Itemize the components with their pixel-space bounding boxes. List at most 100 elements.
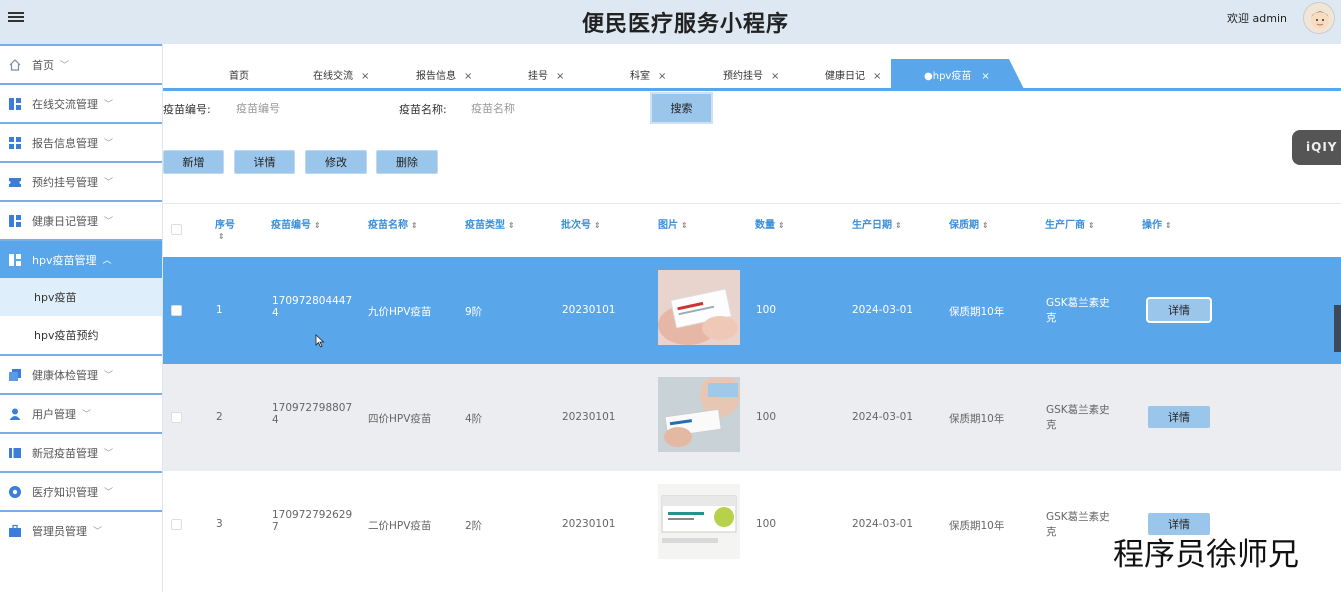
table-header: 序号 ⇕ 疫苗编号 ⇕ 疫苗名称 ⇕ 疫苗类型 ⇕ 批次号 ⇕ 图片 ⇕ 数量 ⇕ 生产日期 ⇕…: [163, 203, 1341, 257]
sort-icon: ⇕: [218, 232, 225, 241]
close-icon[interactable]: ×: [361, 71, 369, 82]
briefcase-icon: [9, 524, 21, 537]
app-title: 便民医疗服务小程序: [581, 12, 789, 37]
detail-button[interactable]: 详情: [234, 150, 295, 174]
welcome-text: 欢迎 admin: [1227, 12, 1287, 25]
column-header[interactable]: 疫苗名称 ⇕: [368, 216, 418, 231]
tab-reports[interactable]: 报告信息 ×: [416, 67, 472, 82]
production-date: 2024-03-01: [852, 304, 914, 316]
row-checkbox[interactable]: [171, 305, 182, 316]
batch-number: 20230101: [562, 518, 616, 530]
vaccine-name-input[interactable]: 疫苗名称: [471, 100, 515, 116]
shelf-life: 保质期10年: [949, 306, 1005, 318]
tab-label: 报告信息: [416, 71, 456, 82]
table-row[interactable]: 2 170972798807 4 四价HPV疫苗 4阶 20230101 100 …: [163, 364, 1341, 471]
columns-icon: [9, 447, 21, 458]
tab-appointment[interactable]: 预约挂号 ×: [723, 67, 779, 82]
sidebar-item-chat[interactable]: 在线交流管理 ﹀: [0, 83, 162, 122]
top-header: 便民医疗服务小程序 欢迎 admin: [0, 0, 1341, 44]
row-index: 1: [216, 304, 223, 316]
chevron-down-icon: ﹀: [104, 488, 114, 498]
close-icon[interactable]: ×: [981, 71, 989, 82]
column-header[interactable]: 数量 ⇕: [755, 216, 785, 231]
close-icon[interactable]: ×: [464, 71, 472, 82]
shelf-life: 保质期10年: [949, 413, 1005, 425]
sidebar-subitem-hpv-vaccine[interactable]: hpv疫苗: [0, 278, 162, 316]
column-header[interactable]: 图片 ⇕: [658, 216, 688, 231]
tab-label: 健康日记: [825, 71, 865, 82]
row-detail-button[interactable]: 详情: [1148, 406, 1210, 428]
delete-button[interactable]: 删除: [376, 150, 438, 174]
sidebar-item-hpv[interactable]: hpv疫苗管理 ︿: [0, 239, 162, 278]
sort-icon: ⇕: [594, 221, 601, 230]
column-header[interactable]: 序号 ⇕: [215, 216, 235, 242]
edit-button[interactable]: 修改: [305, 150, 367, 174]
vaccine-type: 2阶: [465, 520, 483, 532]
sidebar-item-home[interactable]: 首页 ﹀: [0, 44, 162, 83]
vaccine-type: 9阶: [465, 306, 483, 318]
chevron-down-icon: ﹀: [104, 100, 114, 110]
tab-label: 在线交流: [313, 71, 353, 82]
iqiyi-logo: iQIY: [1292, 130, 1341, 165]
sidebar-item-appointment[interactable]: 预约挂号管理 ﹀: [0, 161, 162, 200]
column-header[interactable]: 生产厂商 ⇕: [1045, 216, 1095, 231]
close-icon[interactable]: ×: [873, 71, 881, 82]
grid-icon: [9, 214, 21, 227]
sidebar-item-label: hpv疫苗管理: [32, 253, 97, 267]
sort-icon: ⇕: [1088, 221, 1095, 230]
manufacturer: GSK葛兰素史克: [1046, 511, 1110, 538]
close-icon[interactable]: ×: [771, 71, 779, 82]
sidebar-item-covid[interactable]: 新冠疫苗管理 ﹀: [0, 432, 162, 471]
row-detail-button[interactable]: 详情: [1146, 297, 1212, 323]
vaccine-image: [658, 270, 740, 345]
avatar[interactable]: [1303, 2, 1335, 34]
sort-icon: ⇕: [314, 221, 321, 230]
sidebar-item-label: 管理员管理: [32, 524, 87, 538]
column-header[interactable]: 操作 ⇕: [1142, 216, 1172, 231]
chevron-up-icon: ︿: [102, 256, 112, 266]
scrollbar-handle[interactable]: [1334, 305, 1341, 352]
column-header[interactable]: 保质期 ⇕: [949, 216, 989, 231]
sidebar-item-health-diary[interactable]: 健康日记管理 ﹀: [0, 200, 162, 239]
add-button[interactable]: 新增: [163, 150, 224, 174]
quantity: 100: [756, 411, 777, 423]
sidebar-item-knowledge[interactable]: 医疗知识管理 ﹀: [0, 471, 162, 510]
row-checkbox[interactable]: [171, 519, 182, 530]
column-header[interactable]: 批次号 ⇕: [561, 216, 601, 231]
tab-home[interactable]: 首页: [229, 67, 249, 82]
column-header[interactable]: 生产日期 ⇕: [852, 216, 902, 231]
sidebar-item-reports[interactable]: 报告信息管理 ﹀: [0, 122, 162, 161]
mouse-cursor-icon: [315, 334, 325, 348]
chevron-down-icon: ﹀: [104, 371, 114, 381]
ticket-icon: [9, 177, 21, 187]
close-icon[interactable]: ×: [658, 71, 666, 82]
select-all-checkbox[interactable]: [171, 224, 182, 235]
sidebar-item-admins[interactable]: 管理员管理 ﹀: [0, 510, 162, 549]
batch-number: 20230101: [562, 304, 616, 316]
row-index: 2: [216, 411, 223, 423]
manufacturer: GSK葛兰素史克: [1046, 404, 1110, 431]
vaccine-code-input[interactable]: 疫苗编号: [236, 100, 280, 116]
tab-health-diary[interactable]: 健康日记 ×: [825, 67, 881, 82]
tab-registration[interactable]: 挂号 ×: [528, 67, 564, 82]
production-date: 2024-03-01: [852, 411, 914, 423]
sidebar-item-checkup[interactable]: 健康体检管理 ﹀: [0, 354, 162, 393]
vaccine-image: [658, 377, 740, 452]
row-checkbox[interactable]: [171, 412, 182, 423]
sidebar-subitem-hpv-appointment[interactable]: hpv疫苗预约: [0, 316, 162, 354]
sort-icon: ⇕: [1165, 221, 1172, 230]
close-icon[interactable]: ×: [556, 71, 564, 82]
tab-department[interactable]: 科室 ×: [630, 67, 666, 82]
sidebar-item-users[interactable]: 用户管理 ﹀: [0, 393, 162, 432]
vaccine-name-label: 疫苗名称:: [399, 103, 447, 116]
sidebar-item-label: 首页: [32, 58, 54, 72]
search-bar: 疫苗编号: 疫苗编号 疫苗名称: 疫苗名称 搜索: [163, 92, 1341, 128]
sidebar-item-label: 医疗知识管理: [32, 485, 98, 499]
table-row[interactable]: 1 170972804447 4 九价HPV疫苗 9阶 20230101 100 …: [163, 257, 1341, 364]
tab-hpv-vaccine[interactable]: ●hpv疫苗 ×: [891, 59, 1025, 91]
tab-chat[interactable]: 在线交流 ×: [313, 67, 369, 82]
search-button[interactable]: 搜索: [650, 92, 713, 124]
tab-label: 挂号: [528, 71, 548, 82]
column-header[interactable]: 疫苗编号 ⇕: [271, 216, 321, 231]
column-header[interactable]: 疫苗类型 ⇕: [465, 216, 515, 231]
